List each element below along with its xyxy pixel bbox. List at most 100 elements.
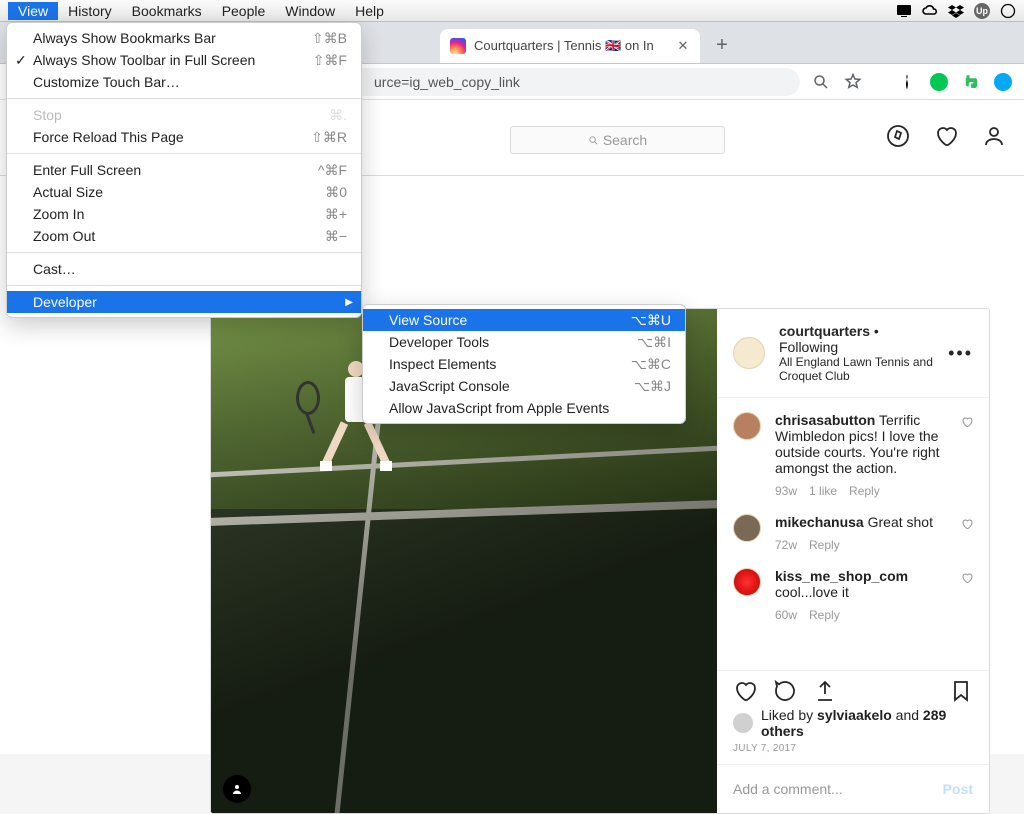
menubar-people[interactable]: People: [212, 2, 276, 20]
tab-instagram[interactable]: Courtquarters | Tennis 🇬🇧 on In ✕: [440, 29, 700, 63]
liker-avatar: [733, 713, 753, 733]
menu-item-label: Zoom Out: [33, 228, 95, 244]
menu-item-label: JavaScript Console: [389, 378, 510, 394]
comment-icon[interactable]: [773, 679, 797, 703]
menubar-bookmarks[interactable]: Bookmarks: [122, 2, 212, 20]
comment-text: cool...love it: [775, 584, 849, 600]
comment-item: chrisasabutton Terrific Wimbledon pics! …: [733, 404, 973, 506]
instagram-favicon: [450, 38, 466, 54]
menu-item-shortcut: ⌥⌘C: [631, 356, 671, 373]
screenshare-icon[interactable]: [896, 3, 912, 19]
menu-item[interactable]: Actual Size ⌘0: [7, 181, 361, 203]
menu-item[interactable]: Developer Tools⌥⌘I: [363, 331, 685, 353]
menu-item[interactable]: Enter Full Screen^⌘F: [7, 159, 361, 181]
menu-item-shortcut: ^⌘F: [318, 162, 347, 179]
commenter-avatar[interactable]: [733, 568, 761, 596]
like-icon[interactable]: [733, 679, 757, 703]
menu-item[interactable]: JavaScript Console ⌥⌘J: [363, 375, 685, 397]
activity-heart-icon[interactable]: [934, 124, 958, 148]
menu-item-shortcut: ⇧⌘R: [311, 129, 347, 146]
menu-item-shortcut: ⌥⌘U: [631, 312, 671, 329]
menu-item[interactable]: Developer: [7, 291, 361, 313]
location-link[interactable]: All England Lawn Tennis and Croquet Club: [779, 355, 934, 383]
creative-cloud-icon[interactable]: [922, 3, 938, 19]
new-tab-button[interactable]: +: [708, 31, 736, 59]
share-icon[interactable]: [813, 679, 837, 703]
menubar-window[interactable]: Window: [275, 2, 345, 20]
menu-item[interactable]: Cast…: [7, 258, 361, 280]
menu-item[interactable]: Force Reload This Page⇧⌘R: [7, 126, 361, 148]
commenter-username[interactable]: mikechanusa: [775, 514, 864, 530]
author-username[interactable]: courtquarters: [779, 323, 870, 339]
comment-age: 93w: [775, 484, 797, 498]
menu-item-shortcut: ⌥⌘J: [634, 378, 671, 395]
view-menu-dropdown: Always Show Bookmarks Bar⇧⌘BAlways Show …: [6, 22, 362, 318]
menubar-view[interactable]: View: [8, 2, 58, 20]
mac-menubar: View History Bookmarks People Window Hel…: [0, 0, 1024, 22]
comment-likes[interactable]: 1 like: [809, 484, 837, 498]
menu-item-label: View Source: [389, 312, 467, 328]
menu-item[interactable]: Zoom Out ⌘−: [7, 225, 361, 247]
menu-item-label: Inspect Elements: [389, 356, 496, 372]
tagged-people-icon[interactable]: [223, 775, 251, 803]
post-header: courtquarters • Following All England La…: [717, 309, 989, 398]
menu-item[interactable]: Customize Touch Bar…: [7, 71, 361, 93]
commenter-avatar[interactable]: [733, 412, 761, 440]
explore-icon[interactable]: [886, 124, 910, 148]
extension-icon[interactable]: [994, 73, 1012, 91]
evernote-extension-icon[interactable]: [962, 73, 980, 91]
menubar-history[interactable]: History: [58, 2, 122, 20]
search-omnibox-icon[interactable]: [812, 73, 830, 91]
post-comment-button[interactable]: Post: [943, 781, 973, 797]
profile-icon[interactable]: [982, 124, 1006, 148]
menu-item-label: Cast…: [33, 261, 76, 277]
like-comment-icon[interactable]: [961, 518, 973, 530]
search-input[interactable]: Search: [510, 126, 725, 154]
commenter-avatar[interactable]: [733, 514, 761, 542]
menu-item-label: Always Show Toolbar in Full Screen: [33, 52, 255, 68]
liker-username[interactable]: sylviaakelo: [817, 707, 892, 723]
upwork-icon[interactable]: Up: [974, 3, 990, 19]
comment-item: mikechanusa Great shot 72w Reply: [733, 506, 973, 560]
menu-item-shortcut: ⌥⌘I: [637, 334, 671, 351]
menu-item[interactable]: Always Show Toolbar in Full Screen⇧⌘F: [7, 49, 361, 71]
comment-reply[interactable]: Reply: [809, 538, 840, 552]
post-sidebar: courtquarters • Following All England La…: [717, 309, 989, 813]
bookmark-star-icon[interactable]: [844, 73, 862, 91]
like-comment-icon[interactable]: [961, 572, 973, 584]
dropbox-icon[interactable]: [948, 3, 964, 19]
like-comment-icon[interactable]: [961, 416, 973, 428]
close-icon[interactable]: ✕: [676, 39, 690, 53]
menu-item[interactable]: Always Show Bookmarks Bar⇧⌘B: [7, 27, 361, 49]
post-date: JULY 7, 2017: [717, 741, 989, 764]
menu-item-shortcut: ⌘0: [325, 184, 347, 201]
more-options-icon[interactable]: •••: [948, 343, 973, 364]
commenter-username[interactable]: kiss_me_shop_com: [775, 568, 908, 584]
commenter-username[interactable]: chrisasabutton: [775, 412, 875, 428]
developer-submenu: View Source⌥⌘UDeveloper Tools⌥⌘IInspect …: [362, 304, 686, 424]
post-actions: [717, 670, 989, 705]
menu-item: Stop⌘.: [7, 104, 361, 126]
add-comment-input[interactable]: Add a comment...: [733, 781, 843, 797]
likes-summary[interactable]: Liked by sylviaakelo and 289 others: [717, 705, 989, 741]
menu-item-label: Actual Size: [33, 184, 103, 200]
menu-item-shortcut: ⌘+: [325, 206, 347, 223]
comment-age: 60w: [775, 608, 797, 622]
save-icon[interactable]: [949, 679, 973, 703]
menu-item-shortcut: ⇧⌘B: [312, 30, 347, 47]
menu-item[interactable]: Inspect Elements ⌥⌘C: [363, 353, 685, 375]
menu-item-label: Developer: [33, 294, 97, 310]
menu-item-shortcut: ⌘−: [325, 228, 347, 245]
impactana-extension-icon[interactable]: [898, 73, 916, 91]
comment-reply[interactable]: Reply: [809, 608, 840, 622]
comment-reply[interactable]: Reply: [849, 484, 880, 498]
author-avatar[interactable]: [733, 337, 765, 369]
comment-text: Great shot: [868, 514, 933, 530]
menu-item[interactable]: Zoom In⌘+: [7, 203, 361, 225]
grammarly-extension-icon[interactable]: [930, 73, 948, 91]
siri-icon[interactable]: [1000, 3, 1016, 19]
menu-item[interactable]: Allow JavaScript from Apple Events: [363, 397, 685, 419]
menubar-help[interactable]: Help: [345, 2, 394, 20]
comments-list: chrisasabutton Terrific Wimbledon pics! …: [717, 398, 989, 670]
menu-item[interactable]: View Source ⌥⌘U: [363, 309, 685, 331]
